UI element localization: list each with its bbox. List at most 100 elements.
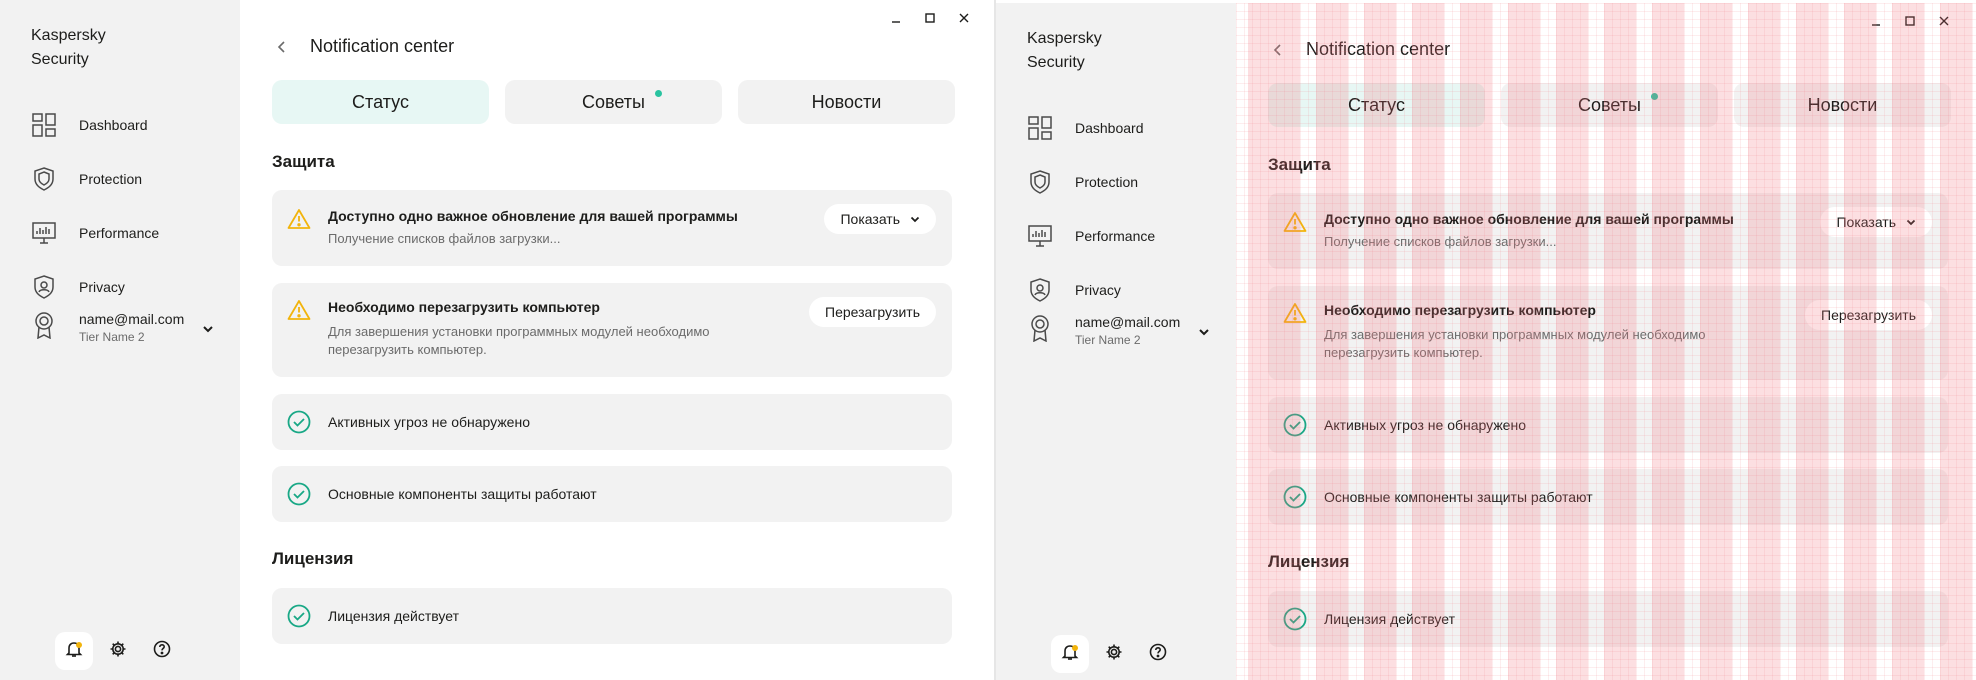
notification-card-restart: Необходимо перезагрузить компьютер Для з… [1268, 286, 1948, 380]
tab-tips[interactable]: Советы [1501, 83, 1718, 127]
card-title: Активных угроз не обнаружено [328, 414, 530, 430]
back-button[interactable] [272, 37, 292, 57]
check-circle-icon [1282, 484, 1308, 510]
settings-button[interactable] [1095, 635, 1133, 673]
help-icon [153, 640, 171, 663]
warning-icon [286, 297, 312, 323]
tab-tips[interactable]: Советы [505, 80, 722, 124]
sidebar-item-label: Dashboard [1075, 120, 1144, 136]
app-window-grid: Kaspersky Security Dashboard Protection … [996, 3, 1976, 680]
sidebar-item-privacy[interactable]: Privacy [0, 260, 240, 314]
help-button[interactable] [1139, 635, 1177, 673]
award-icon [31, 310, 57, 340]
close-button[interactable] [956, 10, 972, 26]
card-title: Основные компоненты защиты работают [1324, 489, 1593, 505]
check-circle-icon [1282, 606, 1308, 632]
award-icon [1027, 313, 1053, 343]
card-title: Активных угроз не обнаружено [1324, 417, 1526, 433]
notifications-button[interactable] [1051, 635, 1089, 673]
tab-bar: Статус Советы Новости [1268, 83, 1951, 127]
tab-news[interactable]: Новости [738, 80, 955, 124]
tab-label: Советы [1578, 94, 1641, 115]
tab-label: Статус [352, 91, 409, 112]
back-button[interactable] [1268, 40, 1288, 60]
page-header: Notification center [272, 36, 454, 57]
account-email: name@mail.com [79, 311, 185, 327]
sidebar-item-label: Privacy [1075, 282, 1121, 298]
sidebar-item-label: Dashboard [79, 117, 148, 133]
page-title: Notification center [1306, 39, 1451, 59]
section-title-license: Лицензия [272, 549, 354, 568]
card-description: Для завершения установки программных мод… [328, 324, 710, 357]
maximize-button[interactable] [922, 10, 938, 26]
privacy-shield-icon [1027, 277, 1053, 303]
settings-button[interactable] [99, 632, 137, 670]
card-title: Доступно одно важное обновление для ваше… [1324, 211, 1734, 227]
card-title: Лицензия действует [1324, 611, 1455, 627]
sidebar-item-privacy[interactable]: Privacy [996, 263, 1236, 317]
sidebar: Kaspersky Security Dashboard Protection … [0, 0, 240, 680]
close-button[interactable] [1936, 13, 1952, 29]
tab-label: Новости [1807, 94, 1878, 115]
maximize-button[interactable] [1902, 13, 1918, 29]
tab-label: Статус [1348, 94, 1405, 115]
tab-status[interactable]: Статус [272, 80, 489, 124]
restart-button[interactable]: Перезагрузить [809, 297, 936, 327]
main-content: Notification center Статус Советы Новост… [240, 0, 996, 680]
warning-icon [286, 206, 312, 232]
chevron-down-icon[interactable] [1198, 323, 1210, 341]
warning-icon [1282, 300, 1308, 326]
tab-news[interactable]: Новости [1734, 83, 1951, 127]
chevron-down-icon[interactable] [202, 320, 214, 338]
sidebar-item-protection[interactable]: Protection [996, 155, 1236, 209]
notification-card-threats: Активных угроз не обнаружено [272, 394, 952, 450]
show-button[interactable]: Показать [824, 204, 936, 234]
section-title-license: Лицензия [1268, 552, 1350, 571]
card-description: Получение списков файлов загрузки... [1324, 234, 1557, 249]
check-circle-icon [1282, 412, 1308, 438]
sidebar-item-performance[interactable]: Performance [996, 209, 1236, 263]
page-title: Notification center [310, 36, 455, 56]
window-controls [1868, 13, 1952, 29]
page-header: Notification center [1268, 39, 1450, 60]
sidebar-item-dashboard[interactable]: Dashboard [996, 101, 1236, 155]
notification-dot [1072, 645, 1078, 651]
check-circle-icon [286, 481, 312, 507]
account-menu[interactable]: name@mail.com Tier Name 2 [1027, 313, 1222, 357]
sidebar-item-label: Protection [1075, 174, 1139, 190]
notification-card-components: Основные компоненты защиты работают [272, 466, 952, 522]
new-indicator-dot [655, 90, 662, 97]
sidebar-item-protection[interactable]: Protection [0, 152, 240, 206]
monitor-icon [1027, 223, 1053, 249]
show-button-label: Показать [840, 211, 900, 227]
sidebar-item-dashboard[interactable]: Dashboard [0, 98, 240, 152]
account-menu[interactable]: name@mail.com Tier Name 2 [31, 310, 226, 354]
shield-icon [31, 166, 57, 192]
notification-card-restart: Необходимо перезагрузить компьютер Для з… [272, 283, 952, 377]
privacy-shield-icon [31, 274, 57, 300]
tab-label: Новости [811, 91, 882, 112]
notifications-button[interactable] [55, 632, 93, 670]
app-title: Kaspersky Security [31, 27, 106, 68]
warning-icon [1282, 209, 1308, 235]
card-title: Лицензия действует [328, 608, 459, 624]
sidebar: Kaspersky Security Dashboard Protection … [996, 3, 1236, 680]
notification-card-components: Основные компоненты защиты работают [1268, 469, 1948, 525]
app-window: Kaspersky Security Dashboard Protection … [0, 0, 996, 680]
help-icon [1149, 643, 1167, 666]
account-email: name@mail.com [1075, 314, 1181, 330]
minimize-button[interactable] [1868, 13, 1884, 29]
tab-bar: Статус Советы Новости [272, 80, 955, 124]
help-button[interactable] [143, 632, 181, 670]
sidebar-item-performance[interactable]: Performance [0, 206, 240, 260]
card-description: Для завершения установки программных мод… [1324, 327, 1706, 360]
restart-button-label: Перезагрузить [825, 304, 920, 320]
notification-card-threats: Активных угроз не обнаружено [1268, 397, 1948, 453]
check-circle-icon [286, 409, 312, 435]
card-description: Получение списков файлов загрузки... [328, 231, 561, 246]
tab-status[interactable]: Статус [1268, 83, 1485, 127]
section-title-protection: Защита [1268, 155, 1331, 174]
show-button[interactable]: Показать [1820, 207, 1932, 237]
restart-button[interactable]: Перезагрузить [1805, 300, 1932, 330]
minimize-button[interactable] [888, 10, 904, 26]
